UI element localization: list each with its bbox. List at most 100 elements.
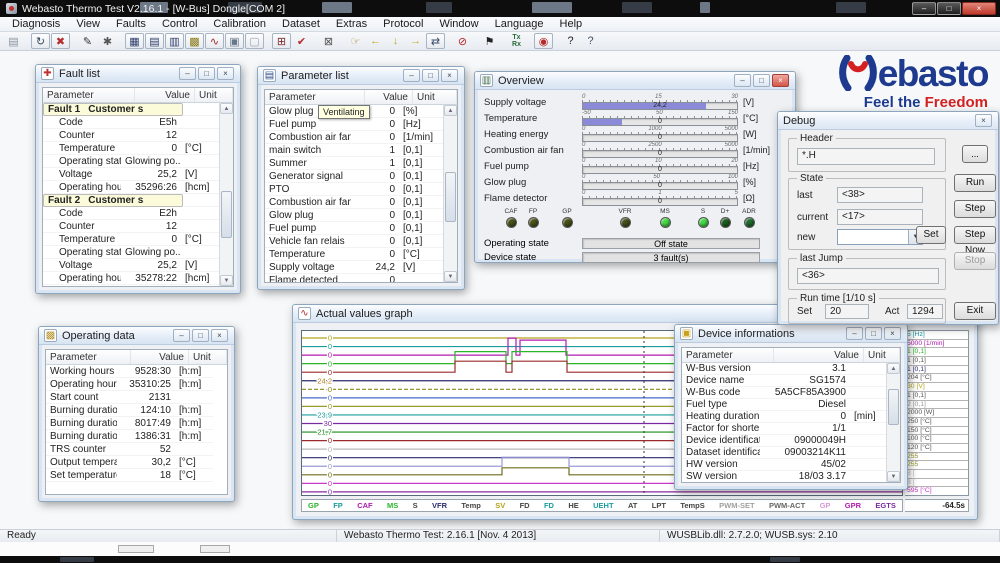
column-header-unit[interactable]: Unit: [189, 350, 227, 364]
window-overview-icon[interactable]: ▥: [165, 33, 184, 49]
column-header-parameter[interactable]: Parameter: [682, 348, 774, 362]
scrollbar[interactable]: ▲ ▼: [219, 103, 233, 286]
debug-titlebar[interactable]: Debug ×: [778, 112, 998, 130]
table-row[interactable]: Device identification numb...09000049H: [682, 435, 886, 447]
header-field[interactable]: *.H: [797, 148, 935, 165]
table-row[interactable]: Combustion air fan0[0,1]: [265, 196, 443, 209]
column-header-value[interactable]: Value: [365, 90, 413, 104]
window-fault-list-icon[interactable]: ▦: [125, 33, 144, 49]
menu-window[interactable]: Window: [431, 18, 486, 30]
scroll-thumb[interactable]: [445, 172, 456, 222]
table-row[interactable]: Generator signal0[0,1]: [265, 170, 443, 183]
table-row[interactable]: Counter12: [43, 220, 219, 233]
scroll-up-icon[interactable]: ▲: [444, 105, 457, 116]
menu-dataset[interactable]: Dataset: [274, 18, 328, 30]
scrollbar[interactable]: ▲ ▼: [443, 105, 457, 282]
table-row[interactable]: CodeE5h: [43, 116, 219, 129]
table-row[interactable]: Operating hours35310:25[h:m]: [46, 378, 213, 391]
minimize-button[interactable]: –: [179, 67, 196, 80]
table-row[interactable]: Operating stateGlowing po...: [43, 155, 219, 168]
table-row[interactable]: PTO0[0,1]: [265, 183, 443, 196]
scroll-down-icon[interactable]: ▼: [444, 271, 457, 282]
column-header-unit[interactable]: Unit: [864, 348, 900, 362]
menu-faults[interactable]: Faults: [108, 18, 154, 30]
window-graph-icon[interactable]: ∿: [205, 33, 224, 49]
table-row[interactable]: Dataset identification num...09003214K11: [682, 447, 886, 459]
table-row[interactable]: Supply voltage24,2[V]: [265, 261, 443, 274]
table-row[interactable]: HW version45/02: [682, 459, 886, 471]
column-header-parameter[interactable]: Parameter: [265, 90, 365, 104]
help-icon[interactable]: ?: [561, 33, 580, 49]
app-titlebar[interactable]: Webasto Thermo Test V2.16.1 - [W-Bus] Do…: [0, 0, 1000, 17]
close-button[interactable]: ×: [217, 67, 234, 80]
maximize-button[interactable]: □: [192, 329, 209, 342]
column-header-value[interactable]: Value: [131, 350, 189, 364]
operating-data-titlebar[interactable]: ▩ Operating data – □ ×: [39, 327, 234, 345]
table-row[interactable]: Temperature0[°C]: [265, 248, 443, 261]
table-row[interactable]: Fault 2Customer s...: [43, 194, 183, 207]
table-row[interactable]: Glow plug0[0,1]: [265, 209, 443, 222]
column-header-value[interactable]: Value: [135, 88, 195, 102]
minimize-button[interactable]: –: [173, 329, 190, 342]
table-row[interactable]: Fuel pump0[Hz]: [265, 118, 443, 131]
scroll-down-icon[interactable]: ▼: [220, 275, 233, 286]
table-row[interactable]: Set temperature poten...18[°C]: [46, 469, 213, 482]
table-row[interactable]: Operating hour counter35296:26[hcm]: [43, 181, 219, 194]
scroll-thumb[interactable]: [221, 191, 232, 239]
table-row[interactable]: Operating hour counter35278:22[hcm]: [43, 272, 219, 285]
column-header-unit[interactable]: Unit: [413, 90, 457, 104]
close-button[interactable]: ×: [211, 329, 228, 342]
table-row[interactable]: main switch1[0,1]: [265, 144, 443, 157]
window-device-info-icon[interactable]: ▣: [225, 33, 244, 49]
maximize-button[interactable]: □: [198, 67, 215, 80]
table-row[interactable]: Start count2131: [46, 391, 213, 404]
table-row[interactable]: Voltage25,2[V]: [43, 259, 219, 272]
monitor-icon[interactable]: ◉: [534, 33, 553, 49]
edit-icon[interactable]: ✎: [78, 33, 97, 49]
fault-list-titlebar[interactable]: ✚ Fault list – □ ×: [36, 65, 240, 83]
scroll-down-icon[interactable]: ▼: [887, 471, 900, 482]
delete-icon[interactable]: ✖: [51, 33, 70, 49]
menu-protocol[interactable]: Protocol: [375, 18, 431, 30]
window-operating-data-icon[interactable]: ▩: [185, 33, 204, 49]
maximize-button[interactable]: □: [865, 327, 882, 340]
table-row[interactable]: W-Bus version3.1: [682, 363, 886, 375]
minimize-button[interactable]: –: [734, 74, 751, 87]
add-window-icon[interactable]: ⊞: [272, 33, 291, 49]
scroll-thumb[interactable]: [888, 389, 899, 425]
table-row[interactable]: Burning duration PH 6...1386:31[h:m]: [46, 430, 213, 443]
scroll-up-icon[interactable]: ▲: [220, 103, 233, 114]
device-informations-titlebar[interactable]: ▣ Device informations – □ ×: [675, 325, 907, 343]
context-help-icon[interactable]: ?: [581, 33, 600, 49]
set-button[interactable]: Set: [916, 226, 946, 244]
close-button[interactable]: ×: [884, 327, 901, 340]
table-row[interactable]: Working hours9528:30[h:m]: [46, 365, 213, 378]
table-row[interactable]: Summer1[0,1]: [265, 157, 443, 170]
table-row[interactable]: Fuel typeDiesel: [682, 399, 886, 411]
new-state-combo[interactable]: ▼: [837, 229, 923, 245]
runtime-set-field[interactable]: 20: [825, 304, 869, 319]
table-row[interactable]: Heating duration limitation0[min]: [682, 411, 886, 423]
exit-button[interactable]: Exit: [954, 302, 996, 320]
table-row[interactable]: Burning duration PH 1...124:10[h:m]: [46, 404, 213, 417]
table-row[interactable]: Temperature0[°C]: [43, 233, 219, 246]
table-row[interactable]: Counter12: [43, 129, 219, 142]
overview-titlebar[interactable]: ▥ Overview – □ ×: [475, 72, 795, 90]
table-row[interactable]: SW version18/03 3.17: [682, 471, 886, 482]
transfer-icon[interactable]: ⇄: [426, 33, 445, 49]
table-row[interactable]: CodeE2h: [43, 207, 219, 220]
table-row[interactable]: Output temperature30,2[°C]: [46, 456, 213, 469]
close-button[interactable]: ×: [975, 114, 992, 127]
column-header-parameter[interactable]: Parameter: [43, 88, 135, 102]
table-row[interactable]: Voltage25,2[V]: [43, 168, 219, 181]
menu-language[interactable]: Language: [487, 18, 552, 30]
table-row[interactable]: Burning duration PH 3...8017:49[h:m]: [46, 417, 213, 430]
hand-icon[interactable]: ☞: [346, 33, 365, 49]
minimize-button[interactable]: –: [403, 69, 420, 82]
fault-check-icon[interactable]: ✔: [292, 33, 311, 49]
column-header-parameter[interactable]: Parameter: [46, 350, 131, 364]
table-row[interactable]: Flame detected0: [265, 274, 443, 282]
table-row[interactable]: Temperature0[°C]: [43, 142, 219, 155]
tx-rx-icon[interactable]: Tx Rx: [507, 33, 526, 49]
menu-extras[interactable]: Extras: [328, 18, 375, 30]
